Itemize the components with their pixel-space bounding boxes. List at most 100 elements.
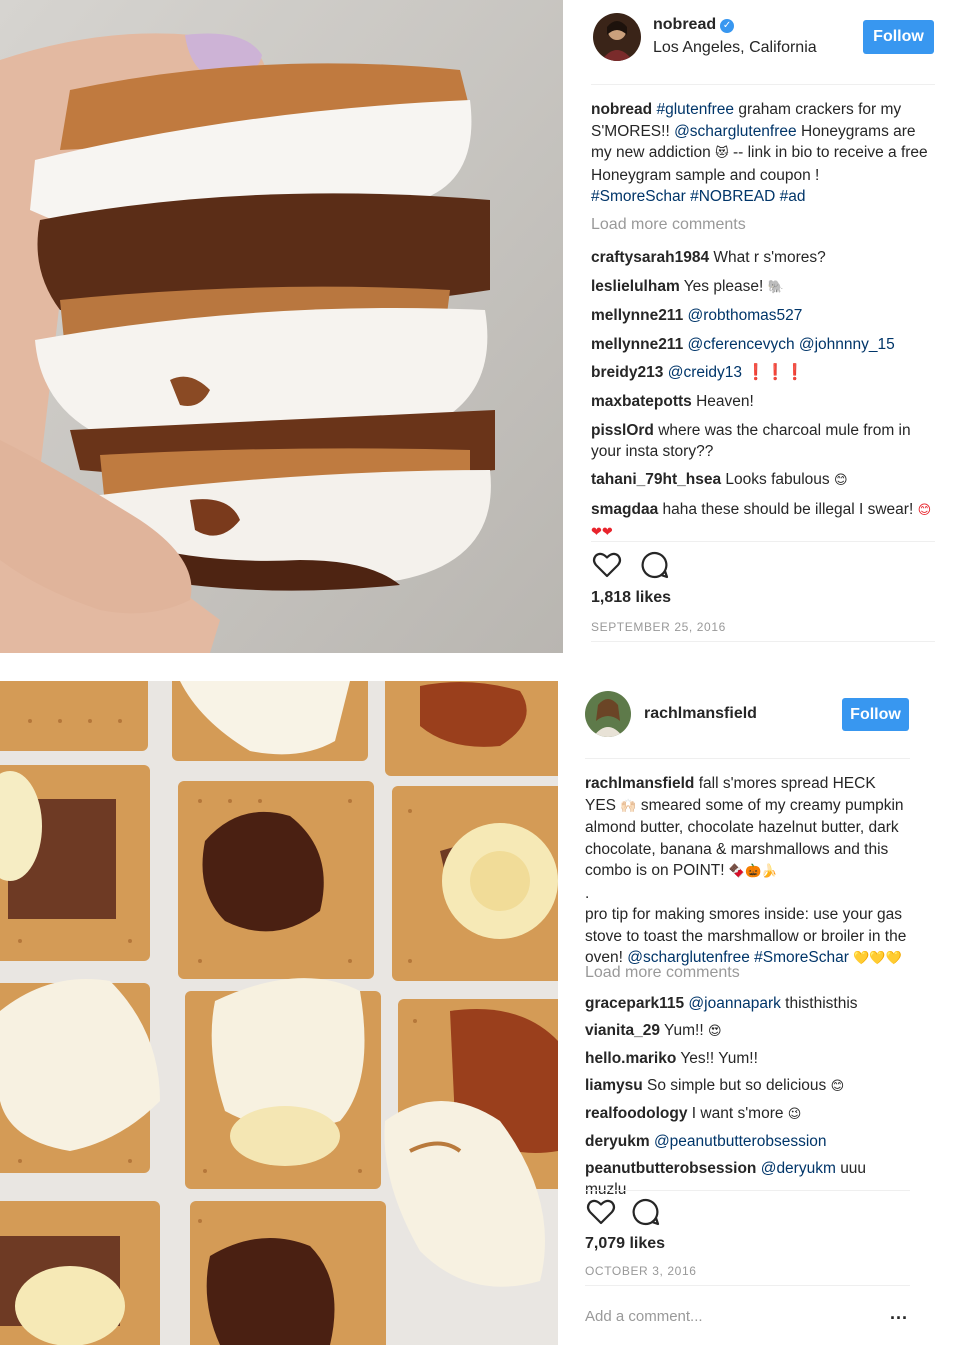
comment-item: vianita_29 Yum!! 😍: [585, 1020, 910, 1042]
comment-item: gracepark115 @joannapark thisthisthis: [585, 993, 910, 1014]
smores-spread-image: [0, 681, 558, 1345]
heart-icon[interactable]: [585, 1196, 617, 1228]
divider: [591, 641, 935, 642]
divider: [591, 541, 935, 542]
comment-username[interactable]: mellynne211: [591, 307, 683, 324]
avatar[interactable]: [585, 691, 631, 737]
comment-item: mellynne211 @robthomas527: [591, 305, 935, 326]
mention-link[interactable]: @scharglutenfree: [674, 123, 797, 140]
smile-emoji: 😊: [834, 473, 848, 489]
comment-text: So simple but so delicious: [647, 1077, 827, 1094]
username-text[interactable]: nobread: [653, 16, 716, 33]
comment-text: What r s'mores?: [713, 249, 826, 266]
comment-username[interactable]: peanutbutterobsession: [585, 1160, 756, 1177]
caption-username[interactable]: nobread: [591, 101, 652, 118]
caption-separator: .: [585, 884, 590, 902]
comment-text: Yum!!: [664, 1022, 704, 1039]
mention-link[interactable]: @cferencevych @johnnny_15: [688, 336, 895, 353]
chocolate-pumpkin-banana-emoji: 🍫🎃🍌: [728, 864, 778, 879]
post-photo-smores-spread[interactable]: [0, 681, 558, 1345]
comment-item: pisslOrd where was the charcoal mule fro…: [591, 420, 935, 462]
post-caption: rachlmansfield fall s'mores spread HECK …: [585, 773, 910, 970]
comment-item: breidy213 @creidy13 ❗❗❗: [591, 362, 935, 383]
divider: [591, 84, 935, 85]
avatar[interactable]: [593, 13, 641, 61]
mention-link[interactable]: @robthomas527: [688, 307, 803, 324]
likes-count[interactable]: 7,079 likes: [585, 1235, 665, 1253]
comment-text: Heaven!: [696, 392, 754, 410]
comment-username[interactable]: pisslOrd: [591, 422, 654, 439]
hashtag-link[interactable]: #SmoreSchar: [754, 949, 849, 966]
comment-text: Yes!! Yum!!: [680, 1050, 758, 1067]
follow-button[interactable]: Follow: [842, 698, 909, 731]
post-header: rachlmansfield Follow: [585, 681, 910, 751]
smores-stack-image: [0, 0, 563, 653]
comment-item: smagdaa haha these should be illegal I s…: [591, 499, 935, 543]
load-more-comments-link[interactable]: Load more comments: [591, 216, 746, 234]
comment-item: realfoodology I want s'more 😉: [585, 1103, 910, 1125]
comment-item: tahani_79ht_hsea Looks fabulous 😊: [591, 469, 935, 491]
comment-text: Yes please!: [683, 277, 764, 295]
comment-item: liamysu So simple but so delicious 😊: [585, 1075, 910, 1097]
comment-bubble-icon[interactable]: [630, 1196, 662, 1228]
comments-list: gracepark115 @joannapark thisthisthis vi…: [585, 993, 910, 1206]
divider: [585, 1285, 910, 1286]
post-header: nobread ✓ Los Angeles, California Follow: [591, 0, 935, 70]
username-link[interactable]: rachlmansfield: [644, 705, 757, 723]
comment-item: hello.mariko Yes!! Yum!!: [585, 1048, 910, 1069]
comment-username[interactable]: breidy213: [591, 364, 663, 381]
comment-username[interactable]: mellynne211: [591, 336, 683, 353]
post-panel: nobread ✓ Los Angeles, California Follow …: [591, 0, 935, 653]
comment-bubble-icon[interactable]: [639, 549, 671, 581]
comment-username[interactable]: leslielulham: [591, 278, 680, 295]
mention-link[interactable]: @creidy13: [668, 364, 742, 381]
post-date[interactable]: SEPTEMBER 25, 2016: [591, 620, 726, 634]
likes-count[interactable]: 1,818 likes: [591, 589, 671, 607]
comment-item: peanutbutterobsession @deryukm uuu muzlu: [585, 1158, 910, 1200]
username-link[interactable]: nobread ✓: [653, 16, 735, 34]
comment-username[interactable]: liamysu: [585, 1077, 643, 1094]
comment-item: leslielulham Yes please! 🐘: [591, 276, 935, 298]
heart-icon[interactable]: [591, 549, 623, 581]
comment-username[interactable]: smagdaa: [591, 501, 658, 518]
mention-link[interactable]: @deryukm: [761, 1160, 836, 1177]
mention-link[interactable]: @peanutbutterobsession: [654, 1133, 827, 1150]
yellow-hearts-emoji: 💛💛💛: [853, 951, 902, 966]
hashtags-link[interactable]: #SmoreSchar #NOBREAD #ad: [591, 188, 806, 205]
post-caption: nobread #glutenfree graham crackers for …: [591, 99, 933, 208]
exclamation-emoji: ❗❗❗: [746, 364, 805, 382]
post-rachlmansfield: rachlmansfield Follow rachlmansfield fal…: [0, 681, 960, 1345]
wink-emoji: 😉: [787, 1107, 802, 1122]
add-comment-input[interactable]: Add a comment...: [585, 1308, 703, 1325]
comment-username[interactable]: deryukm: [585, 1133, 650, 1150]
load-more-comments-link[interactable]: Load more comments: [585, 964, 740, 982]
location-link[interactable]: Los Angeles, California: [653, 39, 817, 57]
comment-username[interactable]: vianita_29: [585, 1022, 660, 1039]
comment-text: I want s'more: [691, 1105, 784, 1122]
hashtag-link[interactable]: #glutenfree: [656, 101, 734, 118]
smile-emoji: 😊: [830, 1079, 845, 1094]
comment-item: craftysarah1984 What r s'mores?: [591, 247, 935, 268]
follow-button[interactable]: Follow: [863, 20, 934, 54]
divider: [585, 1190, 910, 1191]
comment-username[interactable]: maxbatepotts: [591, 393, 692, 410]
comment-item: mellynne211 @cferencevych @johnnny_15: [591, 334, 935, 355]
comment-username[interactable]: tahani_79ht_hsea: [591, 471, 721, 488]
post-date[interactable]: OCTOBER 3, 2016: [585, 1264, 697, 1278]
comment-username[interactable]: craftysarah1984: [591, 249, 709, 266]
caption-username[interactable]: rachlmansfield: [585, 775, 694, 792]
mention-link[interactable]: @joannapark: [688, 995, 780, 1012]
comments-list: craftysarah1984 What r s'mores? leslielu…: [591, 247, 935, 550]
comment-item: maxbatepotts Heaven!: [591, 391, 935, 412]
comment-username[interactable]: gracepark115: [585, 995, 684, 1012]
comment-username[interactable]: realfoodology: [585, 1105, 687, 1122]
more-options-icon[interactable]: ...: [890, 1303, 908, 1324]
comment-text: Looks fabulous: [725, 471, 830, 489]
post-photo-smores-stack[interactable]: [0, 0, 563, 653]
heart-eyes-cat-emoji: 😻: [715, 146, 729, 161]
elephant-emoji: 🐘: [767, 279, 784, 295]
comment-username[interactable]: hello.mariko: [585, 1050, 676, 1067]
comment-text: thisthisthis: [785, 995, 858, 1012]
post-panel: rachlmansfield Follow rachlmansfield fal…: [585, 681, 910, 1345]
username-text[interactable]: rachlmansfield: [644, 705, 757, 722]
